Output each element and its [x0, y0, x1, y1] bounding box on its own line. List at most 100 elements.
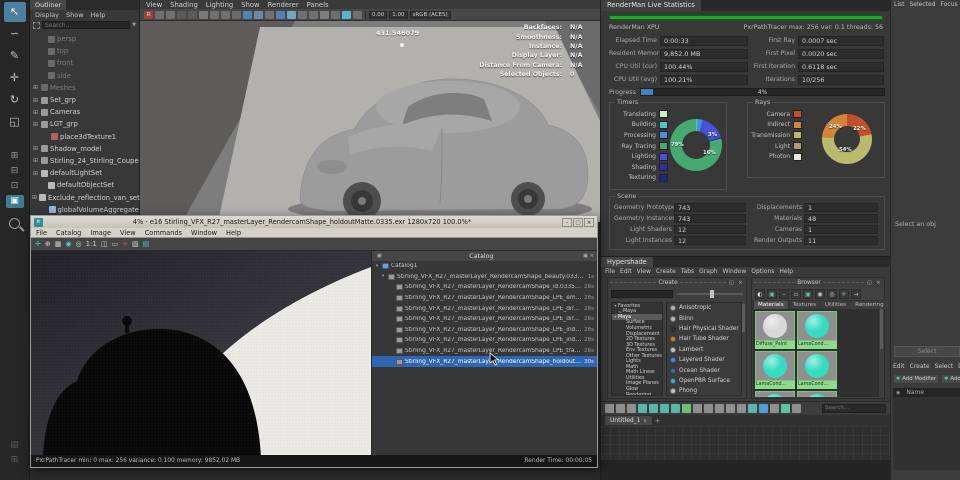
expand-icon[interactable]: ⊞	[32, 109, 39, 116]
hypershade-menu-item[interactable]: Options	[751, 268, 774, 275]
hypershade-menu-item[interactable]: Create	[656, 268, 676, 275]
outliner-item[interactable]: top	[30, 45, 139, 57]
it-menu-item[interactable]: View	[120, 229, 136, 237]
tool-icon[interactable]: ∽	[4, 24, 26, 44]
shader-item[interactable]: Layered Shader	[667, 355, 741, 365]
attribute-editor-menu-item[interactable]: List	[894, 1, 905, 8]
browser-tab[interactable]: Utilities	[821, 301, 850, 309]
it-menu-item[interactable]: Catalog	[56, 229, 81, 237]
shader-item[interactable]: Hair Tube Shader	[667, 334, 741, 344]
viewport-toolbar-icon[interactable]	[265, 11, 274, 19]
expand-icon[interactable]: ▾	[380, 274, 386, 279]
viewport-toolbar-icon[interactable]	[232, 11, 241, 19]
hypershade-tool-icon[interactable]	[605, 404, 614, 413]
catalog-row[interactable]: ▾ Stirling_VFX_R27_masterLayer_Rendercam…	[372, 272, 597, 283]
shader-item[interactable]: Ocean Shader	[667, 365, 741, 375]
outliner-menu-item[interactable]: Help	[91, 11, 106, 19]
viewport-toolbar-icon[interactable]	[287, 11, 296, 19]
attribute-editor-menu-item[interactable]: Focus	[941, 1, 958, 8]
viewport-menu-item[interactable]: Shading	[170, 1, 198, 9]
outliner-item[interactable]: front	[30, 57, 139, 69]
expand-icon[interactable]: ⊞	[32, 170, 39, 177]
tool-icon[interactable]: ◱	[4, 112, 26, 132]
expand-icon[interactable]: ⊞	[32, 157, 39, 164]
hypershade-tool-icon[interactable]	[737, 404, 746, 413]
outliner-item[interactable]: side	[30, 70, 139, 82]
close-icon[interactable]: ×	[584, 218, 594, 227]
material-swatch[interactable]: LamaCond...	[797, 311, 837, 349]
hypershade-menu-item[interactable]: Edit	[620, 268, 632, 275]
outliner-item[interactable]: ⊞ Stirling_24_Stirling_Coupe	[30, 155, 139, 167]
viewport-toolbar-icon[interactable]	[254, 11, 263, 19]
browser-tool-icon[interactable]: ▣	[767, 289, 777, 299]
outliner-search-input[interactable]	[42, 21, 130, 29]
layout-button-icon[interactable]: ⊟	[6, 165, 24, 178]
hypershade-tool-icon[interactable]	[726, 404, 735, 413]
renderman-stats-tab[interactable]: RenderMan Live Statistics	[601, 0, 701, 11]
catalog-row[interactable]: Stirling_VFX_R27_masterLayer_RendercamSh…	[372, 314, 597, 325]
float-panel-icon[interactable]: ◱	[866, 280, 873, 286]
it-tool-icon[interactable]: ⊕	[45, 239, 51, 250]
float-panel-icon[interactable]: ◱	[728, 280, 735, 286]
scrollbar[interactable]	[742, 304, 745, 332]
close-tab-icon[interactable]: x	[644, 418, 647, 424]
modifier-menu-item[interactable]: Select	[935, 363, 954, 370]
outliner-menu-item[interactable]: Display	[35, 11, 59, 19]
chevron-down-icon[interactable]: ▼	[132, 22, 136, 28]
it-tool-icon[interactable]: ◫	[101, 239, 108, 250]
it-tool-icon[interactable]: ✛	[35, 239, 41, 250]
outliner-item[interactable]: persp	[30, 33, 139, 45]
expand-icon[interactable]: ⊞	[32, 97, 39, 104]
viewport-menu-item[interactable]: Renderer	[268, 1, 299, 9]
browser-tool-icon[interactable]: →	[851, 289, 861, 299]
browser-tab[interactable]: Textures	[789, 301, 820, 309]
viewport-toolbar-icon[interactable]	[353, 11, 362, 19]
shader-item[interactable]: Lambert	[667, 345, 741, 355]
catalog-row[interactable]: Stirling_VFX_R27_masterLayer_RendercamSh…	[372, 356, 597, 367]
outliner-item[interactable]: ⊞ Set_grp	[30, 94, 139, 106]
filter-icon[interactable]	[33, 22, 40, 29]
hypershade-menu-item[interactable]: Window	[723, 268, 747, 275]
outliner-item[interactable]: place3dTexture1	[30, 131, 139, 143]
viewport-menu-item[interactable]: Lighting	[206, 1, 233, 9]
it-menu-item[interactable]: Commands	[145, 229, 182, 237]
hypershade-search-input[interactable]	[822, 404, 886, 413]
it-tool-icon[interactable]: ◉	[65, 239, 71, 250]
modifier-menu-item[interactable]: Edit	[893, 363, 905, 370]
browser-tool-icon[interactable]: ▫	[791, 289, 801, 299]
hypershade-menu-item[interactable]: Help	[779, 268, 793, 275]
it-tool-icon[interactable]: ▧	[132, 239, 139, 250]
hypershade-menu-item[interactable]: Tabs	[681, 268, 694, 275]
viewport-toolbar-icon[interactable]	[199, 11, 208, 19]
viewport-menu-item[interactable]: View	[146, 1, 162, 9]
browser-tool-icon[interactable]: ◐	[755, 289, 765, 299]
it-tool-icon[interactable]: ▤	[143, 239, 150, 250]
close-panel-icon[interactable]: ×	[737, 280, 744, 286]
it-menu-item[interactable]: Help	[226, 229, 241, 237]
it-tool-icon[interactable]: ▭	[111, 239, 118, 250]
catalog-row[interactable]: ▾ Catalog1	[372, 261, 597, 272]
visibility-eye-icon[interactable]: ◉	[896, 390, 900, 396]
viewport-toolbar-icon[interactable]	[177, 11, 186, 19]
hypershade-tool-icon[interactable]	[715, 404, 724, 413]
layout-button-icon[interactable]: ▣	[6, 195, 24, 208]
viewport-toolbar-icon[interactable]	[155, 11, 164, 19]
dim-tool-icon[interactable]: ⊞	[6, 454, 24, 467]
outliner-item[interactable]: ⊞ Exclude_reflection_van_set	[30, 191, 139, 203]
hypershade-tool-icon[interactable]	[693, 404, 702, 413]
outliner-item[interactable]: ⊞ Cameras	[30, 106, 139, 118]
expand-icon[interactable]: ⊞	[32, 84, 39, 91]
dim-tool-icon[interactable]: ▤	[6, 439, 24, 452]
viewport-menu-item[interactable]: Show	[241, 1, 259, 9]
view-transform-dropdown[interactable]: sRGB (ACES)	[410, 11, 451, 19]
it-tool-icon[interactable]: +	[122, 239, 128, 250]
hypershade-tool-icon[interactable]	[770, 404, 779, 413]
viewport-toolbar-icon[interactable]: R	[144, 11, 153, 19]
it-menu-item[interactable]: Image	[90, 229, 111, 237]
it-menu-item[interactable]: Window	[191, 229, 217, 237]
viewport-toolbar-icon[interactable]	[210, 11, 219, 19]
material-swatch[interactable]: LamaCond...	[797, 351, 837, 389]
outliner-item[interactable]: ⊞ Shadow_model	[30, 143, 139, 155]
swatch-size-slider[interactable]	[677, 293, 743, 295]
hypershade-tool-icon[interactable]	[638, 404, 647, 413]
